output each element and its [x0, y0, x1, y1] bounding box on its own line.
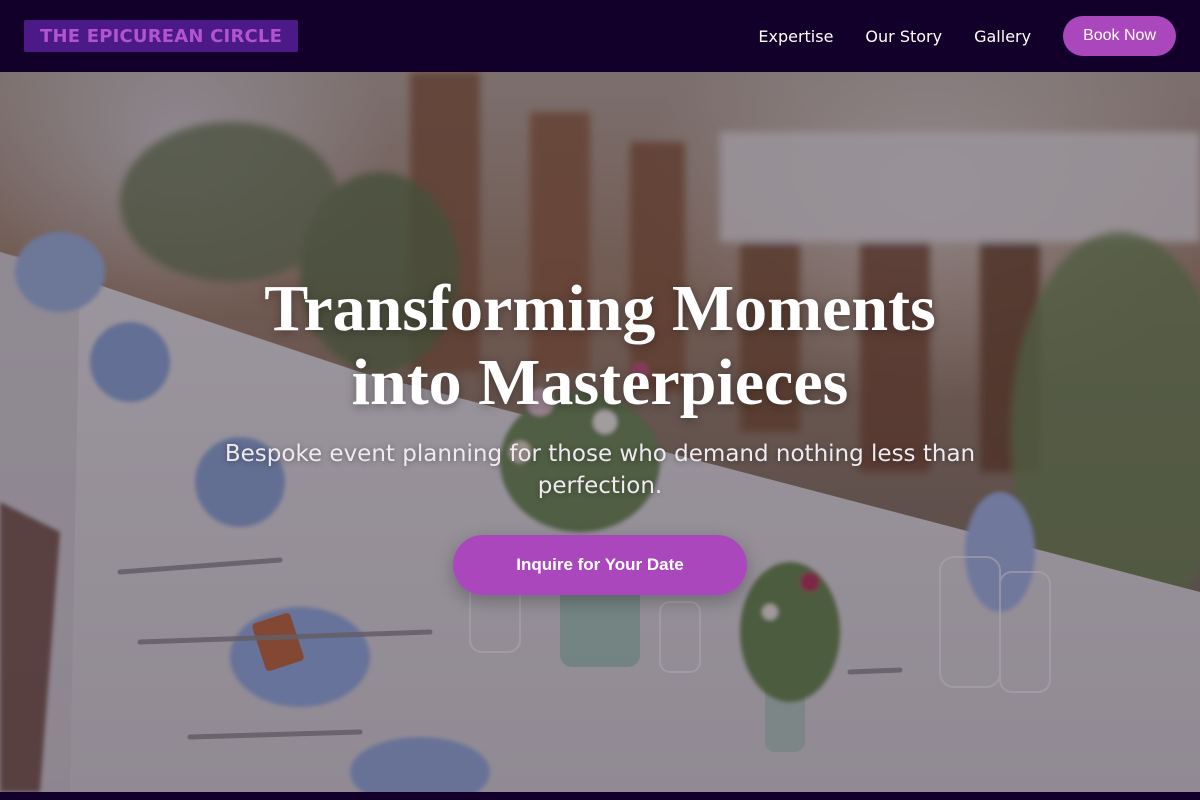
site-header: THE EPICUREAN CIRCLE Expertise Our Story…	[0, 0, 1200, 72]
hero-section: Transforming Moments into Masterpieces B…	[0, 72, 1200, 792]
hero-title: Transforming Moments into Masterpieces	[150, 272, 1050, 420]
nav-link-gallery[interactable]: Gallery	[974, 27, 1031, 46]
brand-logo[interactable]: THE EPICUREAN CIRCLE	[24, 20, 299, 52]
book-now-button[interactable]: Book Now	[1063, 16, 1176, 56]
hero-content: Transforming Moments into Masterpieces B…	[0, 72, 1200, 792]
nav-link-our-story[interactable]: Our Story	[865, 27, 942, 46]
hero-title-line-1: Transforming Moments	[264, 272, 936, 345]
brand-name: THE EPICUREAN CIRCLE	[40, 25, 283, 47]
main-nav: Expertise Our Story Gallery Book Now	[758, 16, 1176, 56]
section-divider	[0, 792, 1200, 800]
inquire-button[interactable]: Inquire for Your Date	[453, 535, 747, 595]
hero-title-line-2: into Masterpieces	[351, 346, 849, 419]
nav-link-expertise[interactable]: Expertise	[758, 27, 833, 46]
hero-subtitle: Bespoke event planning for those who dem…	[224, 441, 976, 499]
